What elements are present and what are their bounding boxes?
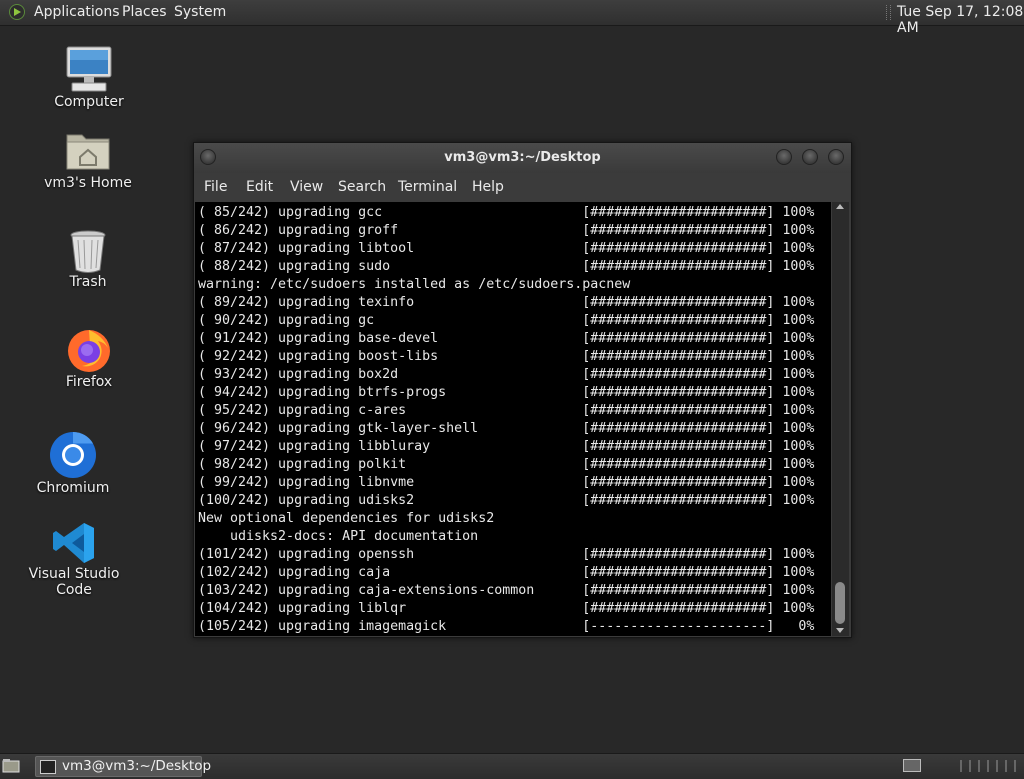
terminal-line: (100/242) upgrading udisks2 [###########… [198, 493, 815, 508]
menu-applications[interactable]: Applications [34, 4, 120, 20]
desktop-icon-label: Chromium [36, 480, 110, 496]
terminal-line: ( 86/242) upgrading groff [#############… [198, 223, 815, 238]
scrollbar-thumb[interactable] [835, 582, 845, 624]
terminal-line: ( 87/242) upgrading libtool [###########… [198, 241, 815, 256]
minimize-button[interactable] [776, 149, 792, 165]
terminal-line: ( 92/242) upgrading boost-libs [########… [198, 349, 815, 364]
panel-separator [886, 5, 891, 20]
terminal-line: (104/242) upgrading liblqr [############… [198, 601, 815, 616]
terminal-line: ( 94/242) upgrading btrfs-progs [#######… [198, 385, 815, 400]
desktop-icon-label: vm3's Home [44, 175, 132, 191]
terminal-line: (102/242) upgrading caja [##############… [198, 565, 815, 580]
desktop-icon-label: Computer [54, 94, 124, 110]
menu-view[interactable]: View [290, 179, 323, 195]
computer-icon [64, 44, 114, 94]
terminal-line: ( 98/242) upgrading polkit [############… [198, 457, 815, 472]
desktop-icon-chromium[interactable]: Chromium [13, 430, 133, 496]
taskbar-label: vm3@vm3:~/Desktop [62, 758, 212, 774]
terminal-line: ( 99/242) upgrading libnvme [###########… [198, 475, 815, 490]
terminal-line: ( 88/242) upgrading sudo [##############… [198, 259, 815, 274]
desktop-icon-firefox[interactable]: Firefox [29, 326, 149, 390]
taskbar-terminal-button[interactable]: vm3@vm3:~/Desktop [35, 756, 211, 777]
terminal-icon [40, 760, 56, 774]
show-desktop-icon[interactable] [2, 758, 20, 774]
home-folder-icon [64, 127, 112, 175]
terminal-window[interactable]: vm3@vm3:~/Desktop File Edit View Search … [193, 142, 852, 638]
trash-icon [66, 228, 110, 274]
terminal-line: ( 96/242) upgrading gtk-layer-shell [###… [198, 421, 815, 436]
terminal-line: (101/242) upgrading openssh [###########… [198, 547, 815, 562]
terminal-line: (105/242) upgrading imagemagick [-------… [198, 619, 815, 634]
menu-help[interactable]: Help [472, 179, 504, 195]
terminal-line: ( 93/242) upgrading box2d [#############… [198, 367, 815, 382]
desktop-icon-vscode[interactable]: Visual Studio Code [14, 520, 134, 598]
terminal-menubar: File Edit View Search Terminal Help [194, 173, 851, 201]
terminal-line: ( 89/242) upgrading texinfo [###########… [198, 295, 815, 310]
scroll-up-arrow-icon[interactable] [836, 204, 844, 209]
terminal-scrollbar[interactable] [832, 202, 849, 636]
terminal-line: ( 91/242) upgrading base-devel [########… [198, 331, 815, 346]
terminal-titlebar[interactable]: vm3@vm3:~/Desktop [194, 143, 851, 173]
chromium-icon [48, 430, 98, 480]
panel-handle [960, 760, 1020, 772]
terminal-line: warning: /etc/sudoers installed as /etc/… [198, 277, 631, 292]
clock[interactable]: Tue Sep 17, 12:08 AM [897, 4, 1024, 36]
vscode-icon [51, 520, 97, 566]
terminal-line: New optional dependencies for udisks2 [198, 511, 495, 526]
menu-edit[interactable]: Edit [246, 179, 273, 195]
firefox-icon [65, 326, 113, 374]
desktop-icon-trash[interactable]: Trash [28, 228, 148, 290]
window-title: vm3@vm3:~/Desktop [444, 150, 601, 165]
terminal-line: (103/242) upgrading caja-extensions-comm… [198, 583, 815, 598]
desktop-icon-label: Visual Studio Code [28, 566, 120, 598]
desktop-icon-label: Trash [69, 274, 107, 290]
menu-search[interactable]: Search [338, 179, 386, 195]
scroll-down-arrow-icon[interactable] [836, 628, 844, 633]
terminal-line: ( 90/242) upgrading gc [################… [198, 313, 815, 328]
desktop-icon-home[interactable]: vm3's Home [28, 127, 148, 191]
terminal-line: udisks2-docs: API documentation [198, 529, 479, 544]
menu-system[interactable]: System [174, 4, 226, 20]
maximize-button[interactable] [802, 149, 818, 165]
menu-terminal[interactable]: Terminal [398, 179, 457, 195]
workspace-switcher[interactable] [903, 759, 921, 772]
menu-file[interactable]: File [204, 179, 227, 195]
bottom-panel: vm3@vm3:~/Desktop [0, 753, 1024, 779]
mate-logo-icon[interactable] [9, 4, 25, 20]
terminal-lines: ( 85/242) upgrading gcc [###############… [198, 204, 814, 636]
menu-places[interactable]: Places [122, 4, 167, 20]
desktop-icon-computer[interactable]: Computer [29, 44, 149, 110]
close-button[interactable] [828, 149, 844, 165]
top-panel: Applications Places System Tue Sep 17, 1… [0, 0, 1024, 36]
terminal-line: ( 97/242) upgrading libbluray [#########… [198, 439, 815, 454]
desktop-icon-label: Firefox [65, 374, 113, 390]
terminal-output[interactable]: ( 85/242) upgrading gcc [###############… [195, 202, 831, 636]
terminal-line: ( 85/242) upgrading gcc [###############… [198, 205, 815, 220]
terminal-line: ( 95/242) upgrading c-ares [############… [198, 403, 815, 418]
